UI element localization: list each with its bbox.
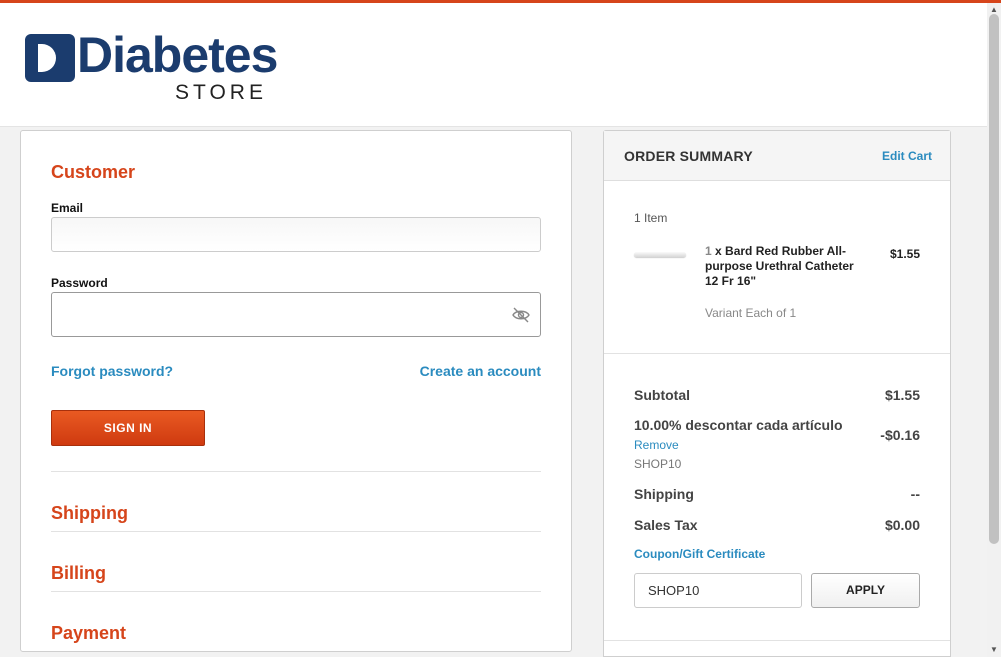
page-scrollbar-thumb[interactable] <box>989 14 999 544</box>
create-account-link[interactable]: Create an account <box>420 363 541 379</box>
coupon-gift-certificate-link[interactable]: Coupon/Gift Certificate <box>634 547 765 561</box>
edit-cart-link[interactable]: Edit Cart <box>882 149 932 163</box>
subtotal-label: Subtotal <box>634 387 690 403</box>
password-label: Password <box>51 276 108 290</box>
checkout-steps-panel: Customer Email Password Forgot password?… <box>20 130 572 652</box>
sign-in-button[interactable]: SIGN IN <box>51 410 205 446</box>
section-divider <box>51 531 541 532</box>
logo-d-mark <box>25 34 75 82</box>
product-price: $1.55 <box>889 247 920 261</box>
diabetes-store-logo[interactable]: Diabetes STORE <box>25 27 278 104</box>
order-summary-title: ORDER SUMMARY <box>624 148 753 164</box>
logo-wordmark: Diabetes <box>77 27 278 83</box>
email-label: Email <box>51 201 84 215</box>
product-title: x Bard Red Rubber All-purpose Urethral C… <box>705 244 854 288</box>
product-quantity: 1 <box>705 244 712 258</box>
password-field[interactable] <box>51 292 541 337</box>
shipping-step-title[interactable]: Shipping <box>51 503 128 524</box>
product-variant: Variant Each of 1 <box>705 306 797 320</box>
payment-step-title[interactable]: Payment <box>51 623 126 644</box>
customer-step-title[interactable]: Customer <box>51 162 135 183</box>
product-name: 1 x Bard Red Rubber All-purpose Urethral… <box>705 244 855 289</box>
shipping-label: Shipping <box>634 486 694 502</box>
site-header: Diabetes STORE <box>0 3 987 127</box>
forgot-password-link[interactable]: Forgot password? <box>51 363 173 379</box>
order-summary-panel: ORDER SUMMARY Edit Cart 1 Item 1 x Bard … <box>603 130 951 657</box>
order-summary-header: ORDER SUMMARY Edit Cart <box>604 131 950 181</box>
logo-store-text: STORE <box>175 81 267 104</box>
discount-value: -$0.16 <box>880 427 920 443</box>
email-field[interactable] <box>51 217 541 252</box>
section-divider <box>51 591 541 592</box>
coupon-code-input[interactable]: SHOP10 <box>634 573 802 608</box>
sales-tax-value: $0.00 <box>884 517 920 533</box>
shipping-value: -- <box>910 486 920 502</box>
scroll-up-arrow-icon[interactable]: ▲ <box>990 5 998 14</box>
product-thumbnail <box>634 249 688 261</box>
summary-divider <box>604 640 950 641</box>
scroll-down-arrow-icon[interactable]: ▼ <box>990 645 998 654</box>
apply-coupon-button[interactable]: APPLY <box>811 573 920 608</box>
summary-divider <box>604 353 950 354</box>
item-count: 1 Item <box>634 211 668 225</box>
subtotal-value: $1.55 <box>884 387 920 403</box>
section-divider <box>51 471 541 472</box>
discount-label: 10.00% descontar cada artículo <box>634 417 843 433</box>
eye-slash-icon[interactable] <box>512 307 530 323</box>
sales-tax-label: Sales Tax <box>634 517 698 533</box>
billing-step-title[interactable]: Billing <box>51 563 106 584</box>
discount-code: SHOP10 <box>634 457 682 471</box>
remove-discount-link[interactable]: Remove <box>634 438 679 452</box>
